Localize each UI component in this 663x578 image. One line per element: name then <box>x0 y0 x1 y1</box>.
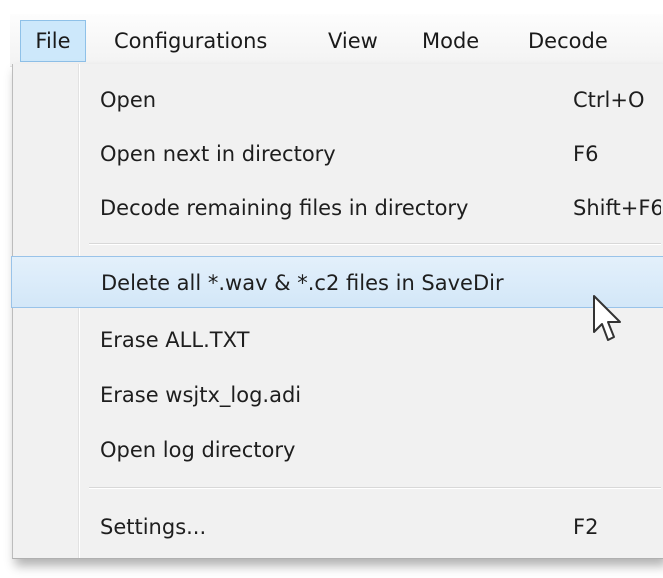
menu-mode[interactable]: Mode <box>422 20 479 62</box>
menu-item-label: Settings... <box>100 515 207 539</box>
menu-item-label: Decode remaining files in directory <box>100 196 469 220</box>
menu-item-open-next[interactable]: Open next in directory F6 <box>13 128 663 180</box>
menu-item-shortcut: F2 <box>573 515 599 539</box>
menu-bar: File Configurations View Mode Decode <box>10 14 663 67</box>
menu-item-label: Open log directory <box>100 438 296 462</box>
menu-item-shortcut: Shift+F6 <box>573 196 661 220</box>
menu-item-label: Delete all *.wav & *.c2 files in SaveDir <box>101 271 504 295</box>
menu-configurations[interactable]: Configurations <box>114 20 267 62</box>
menu-item-label: Open <box>100 88 157 112</box>
menu-item-shortcut: F6 <box>573 142 599 166</box>
menu-item-settings[interactable]: Settings... F2 <box>13 501 663 553</box>
menu-item-open[interactable]: Open Ctrl+O <box>13 74 663 126</box>
menu-decode[interactable]: Decode <box>528 20 608 62</box>
menu-item-decode-remaining[interactable]: Decode remaining files in directory Shif… <box>13 182 663 234</box>
file-menu-dropdown: Open Ctrl+O Open next in directory F6 De… <box>11 64 663 559</box>
menu-item-erase-all-txt[interactable]: Erase ALL.TXT <box>13 314 663 366</box>
menu-separator <box>89 243 661 245</box>
menu-item-shortcut: Ctrl+O <box>573 88 645 112</box>
menu-file[interactable]: File <box>20 20 86 62</box>
menu-view[interactable]: View <box>328 20 378 62</box>
menu-item-label: Erase ALL.TXT <box>100 328 250 352</box>
menu-item-delete-wav-c2[interactable]: Delete all *.wav & *.c2 files in SaveDir <box>11 256 663 308</box>
menu-item-open-log-directory[interactable]: Open log directory <box>13 424 663 476</box>
menu-item-label: Open next in directory <box>100 142 336 166</box>
menu-separator <box>89 487 661 489</box>
menu-item-erase-log-adi[interactable]: Erase wsjtx_log.adi <box>13 369 663 421</box>
menu-item-label: Erase wsjtx_log.adi <box>100 383 302 407</box>
mouse-pointer-icon <box>593 295 621 341</box>
